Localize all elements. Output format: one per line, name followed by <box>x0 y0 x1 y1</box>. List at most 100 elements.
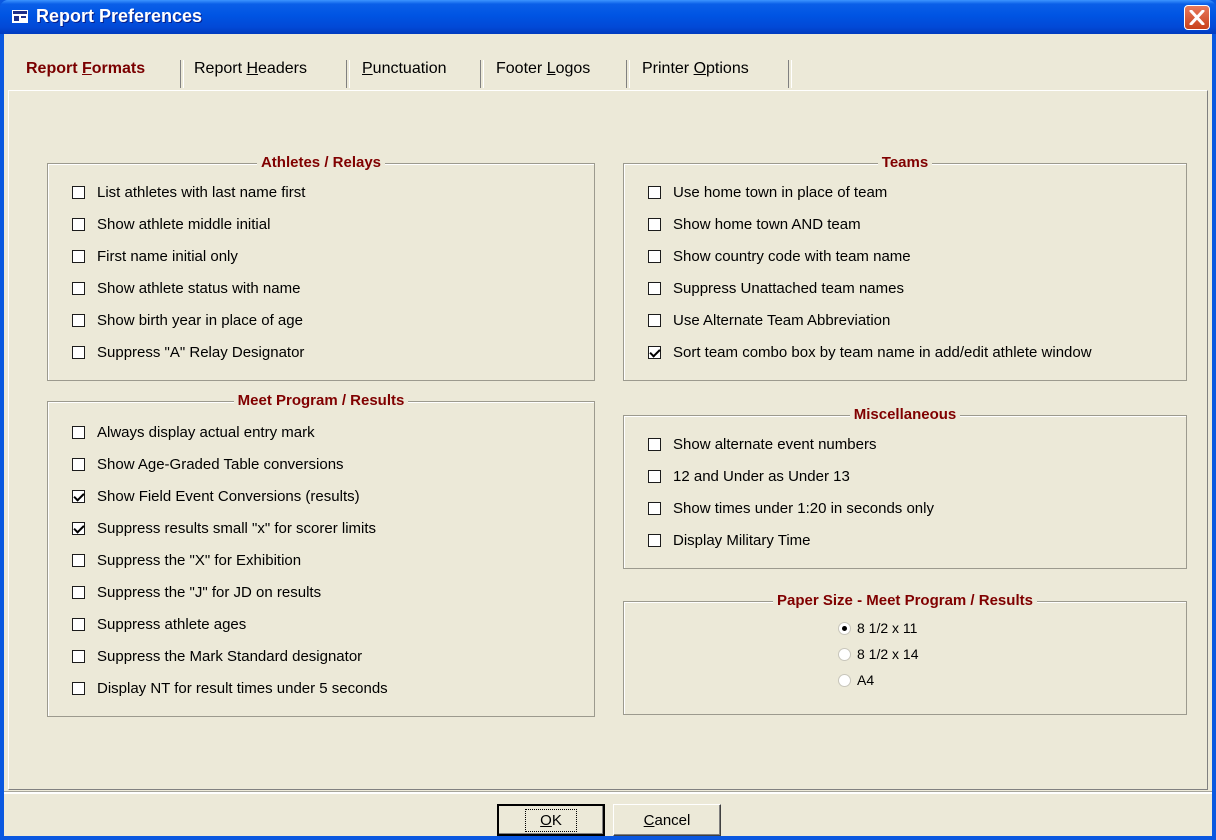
misc-option[interactable]: 12 and Under as Under 13 <box>648 466 850 486</box>
meet-program-option-label: Suppress the Mark Standard designator <box>97 647 363 665</box>
group-miscellaneous: Miscellaneous Show alternate event numbe… <box>623 406 1187 569</box>
checkbox-unchecked[interactable] <box>72 585 85 599</box>
meet-program-option-label: Show Field Event Conversions (results) <box>97 487 360 505</box>
athletes-relays-option-label: First name initial only <box>97 247 238 265</box>
teams-option-label: Use Alternate Team Abbreviation <box>673 311 891 329</box>
checkbox-checked[interactable] <box>648 345 661 359</box>
athletes-relays-option-label: List athletes with last name first <box>97 183 306 201</box>
athletes-relays-option[interactable]: List athletes with last name first <box>72 182 305 202</box>
meet-program-option[interactable]: Suppress the "X" for Exhibition <box>72 550 301 570</box>
checkbox-unchecked[interactable] <box>648 185 661 199</box>
teams-option-label: Sort team combo box by team name in add/… <box>673 343 1092 361</box>
group-athletes-relays: Athletes / Relays List athletes with las… <box>47 154 595 381</box>
checkbox-unchecked[interactable] <box>648 217 661 231</box>
paper-size-option[interactable]: 8 1/2 x 11 <box>838 618 917 638</box>
tab-printer-options[interactable]: Printer Options <box>642 60 749 88</box>
radio-unselected[interactable] <box>838 647 851 661</box>
meet-program-option[interactable]: Suppress results small "x" for scorer li… <box>72 518 376 538</box>
tab-page-report-formats: Athletes / Relays List athletes with las… <box>8 90 1208 790</box>
misc-option-label: Show alternate event numbers <box>673 435 877 453</box>
cancel-button[interactable]: Cancel <box>613 804 721 836</box>
paper-size-label: A4 <box>857 672 875 688</box>
checkbox-unchecked[interactable] <box>648 281 661 295</box>
meet-program-option-label: Suppress results small "x" for scorer li… <box>97 519 377 537</box>
meet-program-option[interactable]: Show Age-Graded Table conversions <box>72 454 344 474</box>
checkbox-unchecked[interactable] <box>72 217 85 231</box>
group-title-miscellaneous: Miscellaneous <box>849 406 961 423</box>
tab-report-formats[interactable]: Report Formats <box>26 60 145 88</box>
athletes-relays-option-label: Suppress "A" Relay Designator <box>97 343 305 361</box>
teams-option[interactable]: Use Alternate Team Abbreviation <box>648 310 890 330</box>
radio-selected[interactable] <box>838 621 851 635</box>
paper-size-option[interactable]: A4 <box>838 670 874 690</box>
checkbox-unchecked[interactable] <box>648 469 661 483</box>
checkbox-unchecked[interactable] <box>648 249 661 263</box>
meet-program-option[interactable]: Suppress athlete ages <box>72 614 246 634</box>
checkbox-unchecked[interactable] <box>72 281 85 295</box>
paper-size-label: 8 1/2 x 11 <box>857 620 918 636</box>
radio-unselected[interactable] <box>838 673 851 687</box>
misc-option-label: Show times under 1:20 in seconds only <box>673 499 934 517</box>
misc-option[interactable]: Display Military Time <box>648 530 811 550</box>
group-paper-size: Paper Size - Meet Program / Results 8 1/… <box>623 592 1187 715</box>
tab-footer-logos[interactable]: Footer Logos <box>496 60 590 88</box>
checkbox-unchecked[interactable] <box>72 649 85 663</box>
teams-option[interactable]: Show home town AND team <box>648 214 861 234</box>
athletes-relays-option[interactable]: Show birth year in place of age <box>72 310 303 330</box>
checkbox-unchecked[interactable] <box>72 185 85 199</box>
ok-button[interactable]: OK <box>497 804 605 836</box>
paper-size-label: 8 1/2 x 14 <box>857 646 919 662</box>
athletes-relays-option[interactable]: Show athlete middle initial <box>72 214 270 234</box>
meet-program-option[interactable]: Display NT for result times under 5 seco… <box>72 678 388 698</box>
checkbox-unchecked[interactable] <box>72 457 85 471</box>
group-title-paper-size: Paper Size - Meet Program / Results <box>773 592 1037 609</box>
checkbox-unchecked[interactable] <box>72 617 85 631</box>
tab-strip: Report Formats Report Headers Punctuatio… <box>4 34 1212 88</box>
paper-size-option[interactable]: 8 1/2 x 14 <box>838 644 919 664</box>
checkbox-unchecked[interactable] <box>72 249 85 263</box>
group-title-athletes-relays: Athletes / Relays <box>256 154 386 171</box>
checkbox-unchecked[interactable] <box>648 501 661 515</box>
tab-punctuation[interactable]: Punctuation <box>362 60 447 88</box>
athletes-relays-option-label: Show athlete middle initial <box>97 215 271 233</box>
checkbox-unchecked[interactable] <box>72 345 85 359</box>
group-teams: Teams Use home town in place of team Show… <box>623 154 1187 381</box>
tab-separator <box>180 60 184 88</box>
teams-option[interactable]: Suppress Unattached team names <box>648 278 904 298</box>
meet-program-option-label: Suppress the "X" for Exhibition <box>97 551 302 569</box>
tab-report-headers[interactable]: Report Headers <box>194 60 307 88</box>
checkbox-checked[interactable] <box>72 489 85 503</box>
meet-program-option-label: Show Age-Graded Table conversions <box>97 455 344 473</box>
checkbox-unchecked[interactable] <box>648 313 661 327</box>
checkbox-unchecked[interactable] <box>72 553 85 567</box>
meet-program-option[interactable]: Suppress the "J" for JD on results <box>72 582 321 602</box>
checkbox-unchecked[interactable] <box>72 681 85 695</box>
athletes-relays-option-label: Show athlete status with name <box>97 279 301 297</box>
button-bar: OK Cancel <box>4 792 1212 838</box>
meet-program-option-label: Suppress the "J" for JD on results <box>97 583 322 601</box>
checkbox-unchecked[interactable] <box>648 533 661 547</box>
misc-option-label: Display Military Time <box>673 531 811 549</box>
window-title: Report Preferences <box>36 6 203 26</box>
checkbox-unchecked[interactable] <box>72 425 85 439</box>
misc-option[interactable]: Show times under 1:20 in seconds only <box>648 498 934 518</box>
group-title-meet-program: Meet Program / Results <box>233 392 409 409</box>
report-preferences-window: Report Preferences Report Formats Report… <box>0 0 1216 840</box>
meet-program-option[interactable]: Show Field Event Conversions (results) <box>72 486 360 506</box>
meet-program-option[interactable]: Suppress the Mark Standard designator <box>72 646 362 666</box>
title-bar[interactable]: Report Preferences <box>0 0 1216 34</box>
app-icon <box>12 10 28 23</box>
athletes-relays-option[interactable]: Suppress "A" Relay Designator <box>72 342 304 362</box>
checkbox-unchecked[interactable] <box>72 313 85 327</box>
checkbox-unchecked[interactable] <box>648 437 661 451</box>
athletes-relays-option[interactable]: Show athlete status with name <box>72 278 300 298</box>
close-button[interactable] <box>1184 5 1210 30</box>
teams-option[interactable]: Show country code with team name <box>648 246 911 266</box>
misc-option[interactable]: Show alternate event numbers <box>648 434 876 454</box>
teams-option[interactable]: Use home town in place of team <box>648 182 887 202</box>
teams-option-label: Show country code with team name <box>673 247 911 265</box>
athletes-relays-option[interactable]: First name initial only <box>72 246 238 266</box>
meet-program-option[interactable]: Always display actual entry mark <box>72 422 315 442</box>
teams-option[interactable]: Sort team combo box by team name in add/… <box>648 342 1092 362</box>
checkbox-checked[interactable] <box>72 521 85 535</box>
